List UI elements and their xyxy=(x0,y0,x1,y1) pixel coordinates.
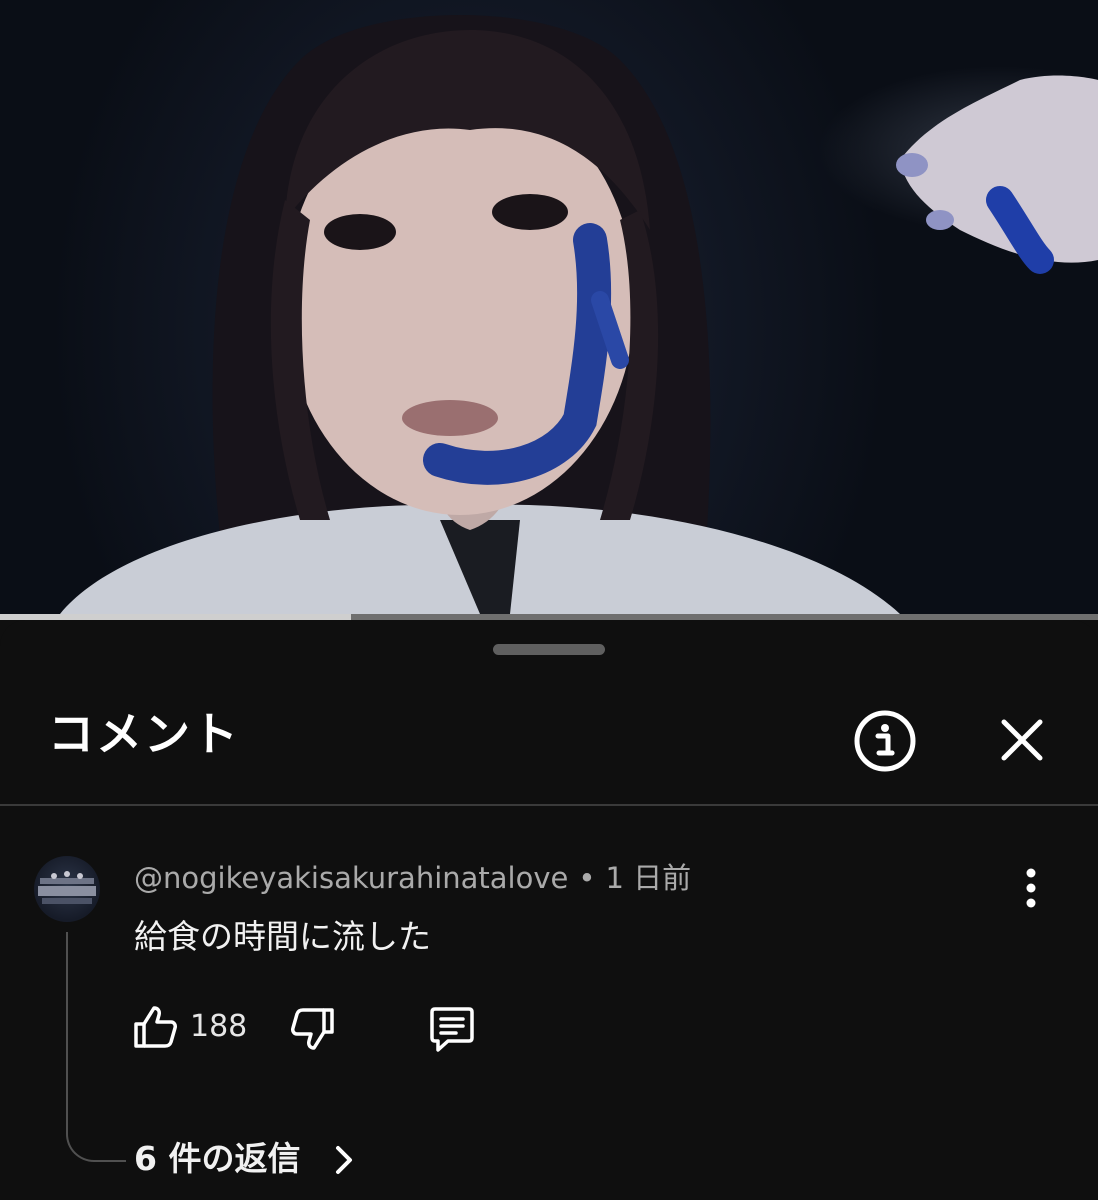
info-icon[interactable] xyxy=(852,708,918,774)
video-player[interactable] xyxy=(0,0,1098,614)
reply-thread-line xyxy=(66,932,126,1162)
thumbs-up-icon[interactable] xyxy=(130,1002,180,1052)
comments-title: コメント xyxy=(48,707,240,761)
view-replies-link[interactable]: 6 件の返信 xyxy=(134,1138,300,1180)
comment-time: 1 日前 xyxy=(605,861,692,895)
avatar[interactable] xyxy=(34,856,100,922)
youtube-comments-screen: コメント @nogikeyakisakurahinatalove • 1 日前 … xyxy=(0,0,1098,1200)
video-frame-image xyxy=(60,15,1098,614)
close-icon[interactable] xyxy=(994,712,1050,768)
comment-author[interactable]: @nogikeyakisakurahinatalove xyxy=(134,861,568,895)
comment-reply-icon[interactable] xyxy=(426,1004,478,1054)
comments-sheet: コメント @nogikeyakisakurahinatalove • 1 日前 … xyxy=(0,620,1098,1200)
sheet-drag-handle[interactable] xyxy=(493,644,605,655)
like-count: 188 xyxy=(190,1009,248,1044)
header-divider xyxy=(0,804,1098,806)
more-vertical-icon[interactable] xyxy=(1014,866,1048,910)
chevron-right-icon[interactable] xyxy=(330,1144,358,1176)
comment-text: 給食の時間に流した xyxy=(134,917,431,956)
meta-separator: • xyxy=(578,861,596,895)
comment-meta: @nogikeyakisakurahinatalove • 1 日前 xyxy=(134,860,691,896)
thumbs-down-icon[interactable] xyxy=(288,1004,338,1054)
